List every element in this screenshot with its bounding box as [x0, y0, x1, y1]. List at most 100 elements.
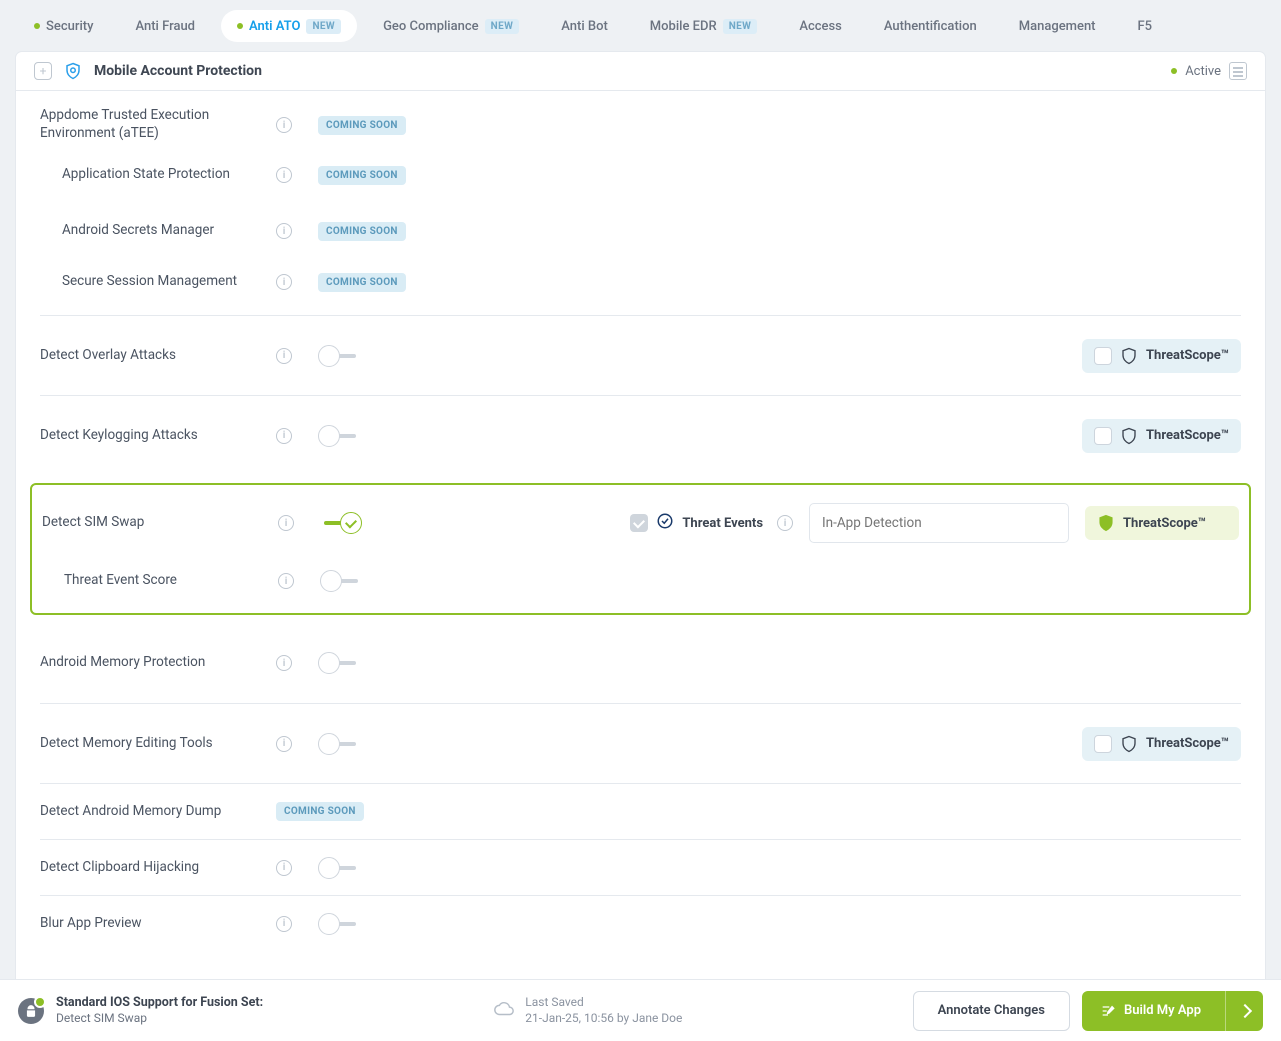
threatscope-chip[interactable]: ThreatScope™	[1082, 419, 1241, 453]
button-label: Annotate Changes	[938, 1003, 1045, 1018]
shield-icon	[64, 62, 82, 80]
feature-label: Detect Clipboard Hijacking	[40, 859, 276, 877]
info-icon[interactable]: i	[276, 916, 292, 932]
threatscope-chip[interactable]: ThreatScope™	[1082, 339, 1241, 373]
status-label: Active	[1185, 64, 1221, 79]
toggle-off[interactable]	[318, 425, 360, 447]
coming-soon-badge: COMING SOON	[318, 273, 406, 292]
expand-all-button[interactable]: +	[34, 62, 52, 80]
tab-label: F5	[1138, 19, 1153, 34]
tab-geo-compliance[interactable]: Geo Compliance NEW	[367, 10, 535, 42]
tab-management[interactable]: Management	[1003, 10, 1112, 42]
info-icon[interactable]: i	[276, 348, 292, 364]
detection-input[interactable]	[809, 503, 1069, 543]
row-keylog: Detect Keylogging Attacks i ThreatScope™	[40, 395, 1241, 475]
info-icon[interactable]: i	[276, 655, 292, 671]
toggle-off[interactable]	[318, 913, 360, 935]
info-icon[interactable]: i	[276, 167, 292, 183]
feature-label: Android Secrets Manager	[62, 222, 276, 240]
new-badge: NEW	[306, 19, 341, 34]
feature-label: Application State Protection	[62, 166, 276, 184]
row-clipboard: Detect Clipboard Hijacking i	[40, 839, 1241, 895]
row-simswap: Detect SIM Swap i Threat Events i Threat…	[42, 489, 1239, 557]
info-icon[interactable]: i	[276, 117, 292, 133]
annotate-button[interactable]: Annotate Changes	[913, 991, 1070, 1031]
tab-anti-ato[interactable]: Anti ATO NEW	[221, 10, 357, 42]
info-icon[interactable]: i	[278, 573, 294, 589]
info-icon[interactable]: i	[777, 515, 793, 531]
feature-label: Detect Android Memory Dump	[40, 803, 276, 821]
threatscope-chip-active[interactable]: ThreatScope™	[1085, 506, 1239, 540]
checkbox[interactable]	[1094, 427, 1112, 445]
tab-mobile-edr[interactable]: Mobile EDR NEW	[634, 10, 774, 42]
row-score: Threat Event Score i	[42, 557, 1239, 613]
info-icon[interactable]: i	[276, 223, 292, 239]
build-button[interactable]: Build My App	[1082, 991, 1263, 1031]
new-badge: NEW	[723, 19, 758, 34]
toggle-on[interactable]	[320, 512, 362, 534]
tab-label: Access	[799, 19, 842, 34]
feature-label: Secure Session Management	[62, 273, 276, 291]
button-label: Build My App	[1124, 1003, 1201, 1018]
feature-label: Detect SIM Swap	[42, 514, 278, 532]
android-icon	[18, 998, 44, 1024]
tab-label: Security	[46, 19, 93, 34]
threat-events-group: Threat Events i	[630, 512, 793, 534]
coming-soon-badge: COMING SOON	[276, 802, 364, 821]
toggle-off[interactable]	[318, 733, 360, 755]
tab-anti-fraud[interactable]: Anti Fraud	[119, 10, 211, 42]
card-header: + Mobile Account Protection Active	[16, 52, 1265, 91]
threatscope-icon	[1120, 347, 1138, 365]
toggle-off[interactable]	[318, 652, 360, 674]
feature-label: Blur App Preview	[40, 915, 276, 933]
feature-list: Appdome Trusted Execution Environment (a…	[16, 91, 1265, 951]
toggle-off[interactable]	[318, 345, 360, 367]
checkbox[interactable]	[1094, 735, 1112, 753]
row-memprot: Android Memory Protection i	[40, 623, 1241, 703]
active-dot-icon	[237, 23, 243, 29]
row-memedit: Detect Memory Editing Tools i ThreatScop…	[40, 703, 1241, 783]
tab-security[interactable]: Security	[18, 10, 109, 42]
row-memdump: Detect Android Memory Dump COMING SOON	[40, 783, 1241, 839]
info-icon[interactable]: i	[276, 736, 292, 752]
threatscope-icon	[1097, 514, 1115, 532]
notes-icon[interactable]	[1229, 62, 1247, 80]
row-app-state: Application State Protection i COMING SO…	[40, 147, 1241, 203]
tab-f5[interactable]: F5	[1122, 10, 1169, 42]
toggle-off[interactable]	[320, 570, 362, 592]
feature-label: Appdome Trusted Execution Environment (a…	[40, 107, 276, 142]
tab-label: Mobile EDR	[650, 19, 717, 34]
info-icon[interactable]: i	[278, 515, 294, 531]
toggle-off[interactable]	[318, 857, 360, 879]
feature-label: Detect Memory Editing Tools	[40, 735, 276, 753]
tab-anti-bot[interactable]: Anti Bot	[545, 10, 624, 42]
tab-label: Geo Compliance	[383, 19, 479, 34]
checkbox[interactable]	[1094, 347, 1112, 365]
threat-events-label: Threat Events	[682, 516, 763, 531]
tab-label: Management	[1019, 19, 1096, 34]
row-overlay: Detect Overlay Attacks i ThreatScope™	[40, 315, 1241, 395]
cloud-icon	[493, 1001, 515, 1021]
info-icon[interactable]: i	[276, 860, 292, 876]
top-tabs: Security Anti Fraud Anti ATO NEW Geo Comp…	[0, 0, 1281, 52]
feature-card: + Mobile Account Protection Active Appdo…	[16, 52, 1265, 1001]
tab-access[interactable]: Access	[783, 10, 858, 42]
threatscope-label: ThreatScope™	[1123, 516, 1206, 531]
last-saved-value: 21-Jan-25, 10:56 by Jane Doe	[525, 1011, 682, 1027]
info-icon[interactable]: i	[276, 428, 292, 444]
tab-label: Anti ATO	[249, 19, 300, 34]
info-icon[interactable]: i	[276, 274, 292, 290]
threatscope-chip[interactable]: ThreatScope™	[1082, 727, 1241, 761]
checkbox-checked[interactable]	[630, 514, 648, 532]
fusion-set-sub: Detect SIM Swap	[56, 1011, 263, 1027]
chevron-right-icon[interactable]	[1225, 991, 1263, 1031]
coming-soon-badge: COMING SOON	[318, 222, 406, 241]
threatscope-icon	[1120, 427, 1138, 445]
tab-authentification[interactable]: Authentification	[868, 10, 993, 42]
coming-soon-badge: COMING SOON	[318, 166, 406, 185]
threatscope-label: ThreatScope™	[1146, 736, 1229, 751]
new-badge: NEW	[485, 19, 520, 34]
feature-label: Detect Keylogging Attacks	[40, 427, 276, 445]
build-icon	[1100, 1003, 1116, 1019]
threatscope-label: ThreatScope™	[1146, 428, 1229, 443]
